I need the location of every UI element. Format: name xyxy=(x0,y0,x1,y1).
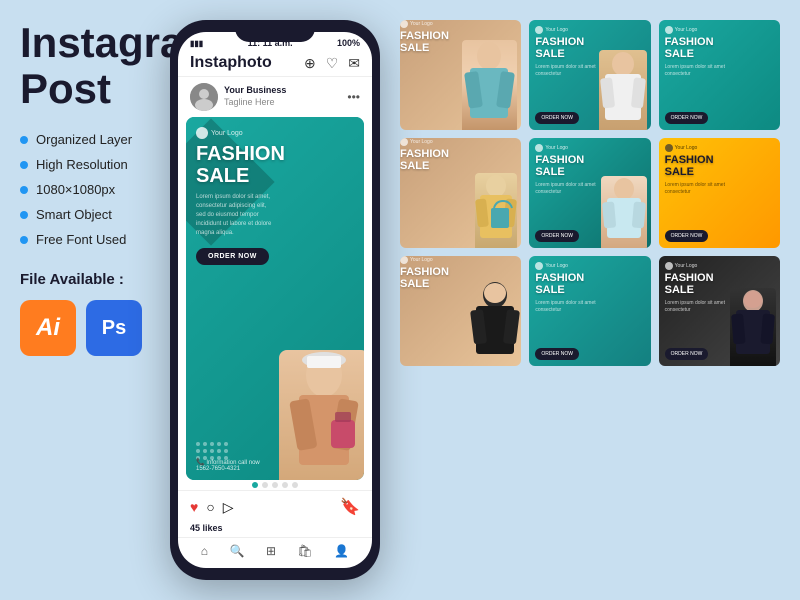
phone-info: 📞 Information call now 1562-7650-4321 xyxy=(196,458,260,472)
gp-model-7 xyxy=(469,281,521,366)
grid-post-3: Your Logo FASHIONSALE Lorem ipsum dolor … xyxy=(659,20,780,130)
model-image xyxy=(279,350,364,480)
grid-post-1: Your Logo FASHIONSALE xyxy=(400,20,521,130)
bullet-icon xyxy=(20,186,28,194)
comment-icon[interactable]: ○ xyxy=(206,499,214,516)
phone-notch xyxy=(235,20,315,42)
gp-cta-6[interactable]: ORDER NOW xyxy=(665,230,709,242)
share-icon[interactable]: ▷ xyxy=(223,499,234,516)
gp-bg-6: Your Logo FASHIONSALE Lorem ipsum dolor … xyxy=(659,138,780,248)
post-subtitle: Lorem ipsum dolor sit amet, consectetur … xyxy=(196,193,276,238)
nav-search[interactable]: 🔍 xyxy=(230,544,245,558)
ai-icon[interactable]: Ai xyxy=(20,300,76,356)
gp-cta-3[interactable]: ORDER NOW xyxy=(665,112,709,124)
bullet-icon xyxy=(20,136,28,144)
gp-title-4: FASHIONSALE xyxy=(400,148,521,172)
app-header: Instaphoto ⊕ ♡ ✉ xyxy=(178,50,372,77)
gp-logo-3: Your Logo xyxy=(665,26,774,34)
dot-1 xyxy=(252,482,258,488)
profile-info: Your Business Tagline Here xyxy=(224,85,286,108)
gp-model-2 xyxy=(599,50,647,130)
cta-button[interactable]: ORDER NOW xyxy=(196,248,269,265)
like-icon[interactable]: ♥ xyxy=(190,499,198,516)
gp-title-3: FASHIONSALE xyxy=(665,36,774,60)
post-title: FASHION SALE xyxy=(196,143,354,187)
bullet-icon xyxy=(20,211,28,219)
gp-model-9 xyxy=(730,288,776,366)
gp-model-5 xyxy=(601,176,647,248)
heart-icon[interactable]: ♡ xyxy=(326,55,339,72)
post-background: Your Logo FASHION SALE Lorem ipsum dolor… xyxy=(186,117,364,480)
post-actions: ♥ ○ ▷ 🔖 xyxy=(178,490,372,523)
bullet-icon xyxy=(20,236,28,244)
gp-cta-9[interactable]: ORDER NOW xyxy=(665,348,709,360)
ps-icon[interactable]: Ps xyxy=(86,300,142,356)
gp-logo-9: Your Logo xyxy=(665,262,774,270)
app-title: Instaphoto xyxy=(190,54,272,72)
gp-title-5: FASHIONSALE xyxy=(535,154,644,178)
grid-post-8: Your Logo FASHIONSALE Lorem ipsum dolor … xyxy=(529,256,650,366)
nav-home[interactable]: ⌂ xyxy=(201,544,208,558)
likes-count: 45 likes xyxy=(178,523,372,537)
gp-bg-8: Your Logo FASHIONSALE Lorem ipsum dolor … xyxy=(529,256,650,366)
gp-model-4 xyxy=(475,173,517,248)
phone-mockup: ▮▮▮ 11: 11 a.m. 100% Instaphoto ⊕ ♡ ✉ xyxy=(170,20,380,580)
phone-frame: ▮▮▮ 11: 11 a.m. 100% Instaphoto ⊕ ♡ ✉ xyxy=(170,20,380,580)
gp-cta-5[interactable]: ORDER NOW xyxy=(535,230,579,242)
dot-5 xyxy=(292,482,298,488)
gp-logo-8: Your Logo xyxy=(535,262,644,270)
bullet-icon xyxy=(20,161,28,169)
profile-left: Your Business Tagline Here xyxy=(190,83,286,111)
add-icon[interactable]: ⊕ xyxy=(304,55,316,72)
nav-shop[interactable]: 🛍 xyxy=(298,544,313,558)
grid-post-6: Your Logo FASHIONSALE Lorem ipsum dolor … xyxy=(659,138,780,248)
profile-row: Your Business Tagline Here ••• xyxy=(178,77,372,117)
grid-post-5: Your Logo FASHIONSALE Lorem ipsum dolor … xyxy=(529,138,650,248)
action-icons-left: ♥ ○ ▷ xyxy=(190,499,234,516)
gp-logo-1: Your Logo xyxy=(400,20,521,28)
logo-circle xyxy=(196,127,208,139)
gp-model-1 xyxy=(462,40,517,130)
message-icon[interactable]: ✉ xyxy=(348,55,360,72)
grid-post-4: Your Logo FASHIONSALE xyxy=(400,138,521,248)
grid-post-2: Your Logo FASHIONSALE Lorem ipsum dolor … xyxy=(529,20,650,130)
post-dots-indicator xyxy=(178,480,372,490)
gp-logo-4: Your Logo xyxy=(400,138,521,146)
nav-profile[interactable]: 👤 xyxy=(334,544,349,558)
gp-title-6: FASHIONSALE xyxy=(665,154,774,178)
gp-logo-6: Your Logo xyxy=(665,144,774,152)
avatar xyxy=(190,83,218,111)
app-header-icons: ⊕ ♡ ✉ xyxy=(304,55,360,72)
grid-post-7: Your Logo FASHIONSALE xyxy=(400,256,521,366)
save-icon[interactable]: 🔖 xyxy=(340,497,360,517)
gp-cta-8[interactable]: ORDER NOW xyxy=(535,348,579,360)
phone-screen: ▮▮▮ 11: 11 a.m. 100% Instaphoto ⊕ ♡ ✉ xyxy=(178,32,372,568)
grid-post-9: Your Logo FASHIONSALE Lorem ipsum dolor … xyxy=(659,256,780,366)
bottom-nav: ⌂ 🔍 ⊞ 🛍 👤 xyxy=(178,537,372,568)
logo-row: Your Logo xyxy=(196,127,354,139)
nav-add[interactable]: ⊞ xyxy=(266,544,276,558)
more-options-icon[interactable]: ••• xyxy=(347,90,360,104)
dot-2 xyxy=(262,482,268,488)
gp-logo-5: Your Logo xyxy=(535,144,644,152)
post-card: Your Logo FASHION SALE Lorem ipsum dolor… xyxy=(186,117,364,480)
gp-logo-2: Your Logo xyxy=(535,26,644,34)
posts-grid: Your Logo FASHIONSALE Your Logo FASHIONS… xyxy=(400,20,780,366)
dot-4 xyxy=(282,482,288,488)
gp-logo-7: Your Logo xyxy=(400,256,521,264)
signal-icon: ▮▮▮ xyxy=(190,39,203,48)
dot-3 xyxy=(272,482,278,488)
gp-title-8: FASHIONSALE xyxy=(535,272,644,296)
gp-bg-3: Your Logo FASHIONSALE Lorem ipsum dolor … xyxy=(659,20,780,130)
gp-cta-2[interactable]: ORDER NOW xyxy=(535,112,579,124)
